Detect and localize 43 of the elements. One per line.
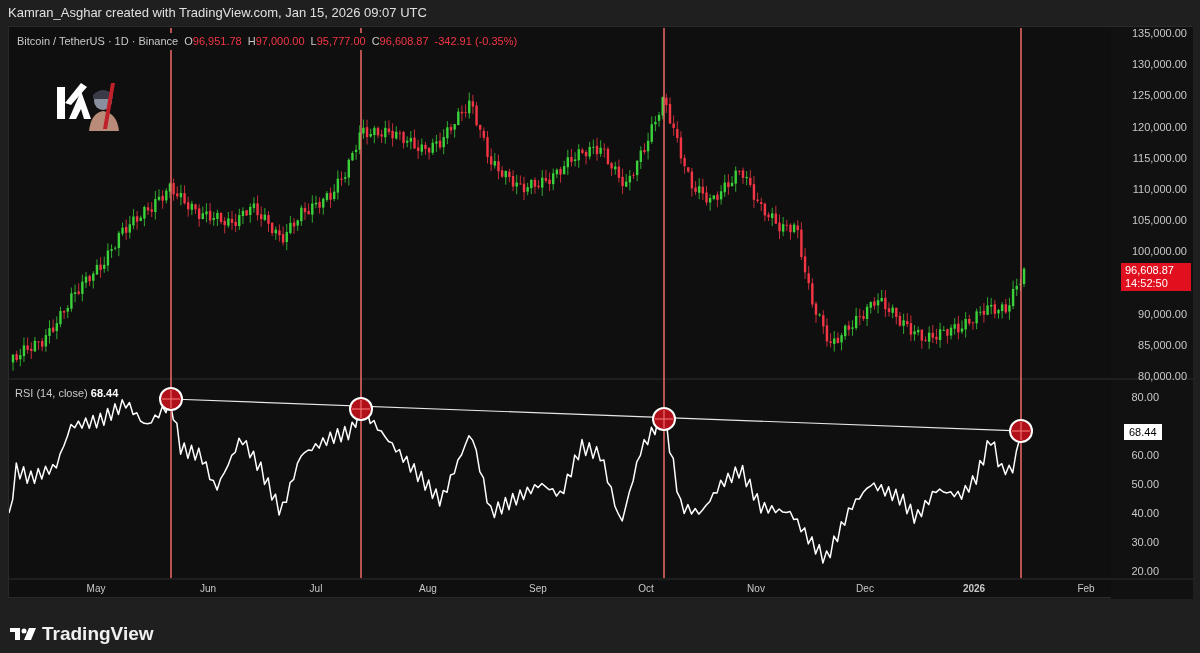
time-axis-label: Nov bbox=[747, 583, 765, 594]
brand-logo-icon bbox=[10, 627, 36, 642]
price-axis-label: 120,000.00 bbox=[1131, 120, 1187, 133]
rsi-axis-label: 20.00 bbox=[1131, 565, 1159, 577]
price-axis-label: 130,000.00 bbox=[1131, 58, 1187, 71]
ohlc-value: O96,951.78 bbox=[184, 34, 242, 49]
price-axis-label: 90,000.00 bbox=[1138, 307, 1187, 320]
peak-circle bbox=[349, 397, 373, 421]
price-axis-label: 115,000.00 bbox=[1132, 151, 1187, 164]
time-axis-label: Feb bbox=[1077, 583, 1095, 594]
rsi-value-badge: 68.44 bbox=[1124, 424, 1162, 440]
time-axis-label: Jul bbox=[309, 583, 323, 594]
time-axis-label: Dec bbox=[856, 583, 874, 594]
rsi-axis-label: 40.00 bbox=[1131, 507, 1159, 519]
brand-name: TradingView bbox=[42, 622, 154, 646]
price-axis-label: 85,000.00 bbox=[1138, 339, 1187, 351]
time-axis-label: Jun bbox=[199, 583, 217, 594]
rsi-title: RSI (14, close) 68.44 bbox=[15, 386, 119, 401]
time-axis-label: Sep bbox=[529, 583, 547, 594]
ohlc-value: C96,608.87 bbox=[371, 34, 429, 49]
peak-circle bbox=[652, 407, 676, 431]
price-axis-label: 110,000.00 bbox=[1132, 183, 1187, 195]
rsi-axis-label: 50.00 bbox=[1131, 478, 1159, 490]
ohlc-value: L95,777.00 bbox=[310, 34, 366, 49]
peak-circle bbox=[159, 387, 183, 411]
price-change: -342.91 (-0.35%) bbox=[434, 34, 518, 49]
ohlc-value: H97,000.00 bbox=[247, 34, 305, 49]
price-axis-label: 105,000.00 bbox=[1131, 214, 1187, 227]
chart-attribution: Kamran_Asghar created with TradingView.com, Jan 15, 2026 09:07 UTC bbox=[8, 4, 427, 23]
time-axis-label: Aug bbox=[419, 583, 437, 594]
last-price-badge: 96,608.87 14:52:50 bbox=[1121, 263, 1191, 291]
time-axis-label: Oct bbox=[638, 583, 654, 594]
symbol-title: Bitcoin / TetherUS · 1D · Binance bbox=[17, 34, 179, 49]
price-axis-label: 80,000.00 bbox=[1138, 370, 1187, 383]
price-axis-label: 135,000.00 bbox=[1131, 27, 1187, 39]
rsi-axis-label: 60.00 bbox=[1131, 449, 1159, 461]
rsi-axis-label: 30.00 bbox=[1131, 536, 1159, 548]
price-axis-label: 100,000.00 bbox=[1131, 245, 1187, 258]
rsi-axis-label: 80.00 bbox=[1131, 391, 1159, 403]
time-axis-label: 2026 bbox=[962, 583, 986, 594]
time-axis-label: May bbox=[86, 583, 106, 594]
price-axis-label: 125,000.00 bbox=[1131, 89, 1187, 102]
peak-circle bbox=[1009, 419, 1033, 443]
